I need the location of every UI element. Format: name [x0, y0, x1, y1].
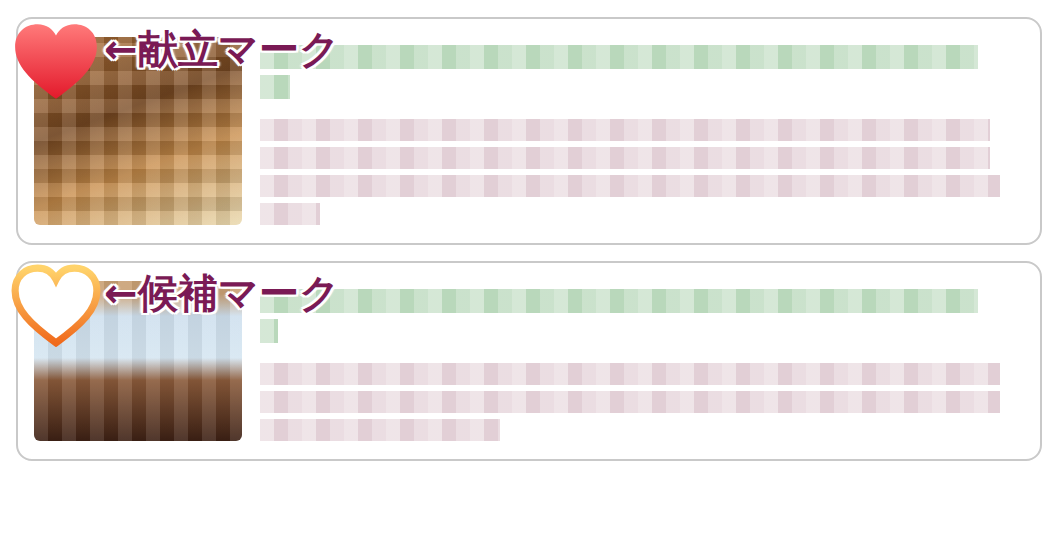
outline-heart-icon[interactable] — [10, 263, 102, 347]
recipe-photo — [34, 37, 242, 225]
mark-label: ←献立マーク — [104, 25, 340, 73]
mark-annotation: ←候補マーク — [10, 263, 340, 347]
recipe-description-blurred — [260, 363, 1010, 441]
recipe-card[interactable]: ←献立マーク — [16, 17, 1042, 245]
filled-heart-icon[interactable] — [10, 19, 102, 103]
recipe-title-blurred — [260, 289, 1010, 343]
recipe-text — [260, 281, 1010, 441]
recipe-description-blurred — [260, 119, 1010, 225]
recipe-card[interactable]: ←候補マーク — [16, 261, 1042, 461]
mark-annotation: ←献立マーク — [10, 19, 340, 103]
recipe-photo — [34, 281, 242, 441]
mark-label: ←候補マーク — [104, 269, 340, 317]
recipe-title-blurred — [260, 45, 1010, 99]
recipe-list: ←献立マーク ←候補マーク — [0, 0, 1058, 477]
recipe-text — [260, 37, 1010, 225]
